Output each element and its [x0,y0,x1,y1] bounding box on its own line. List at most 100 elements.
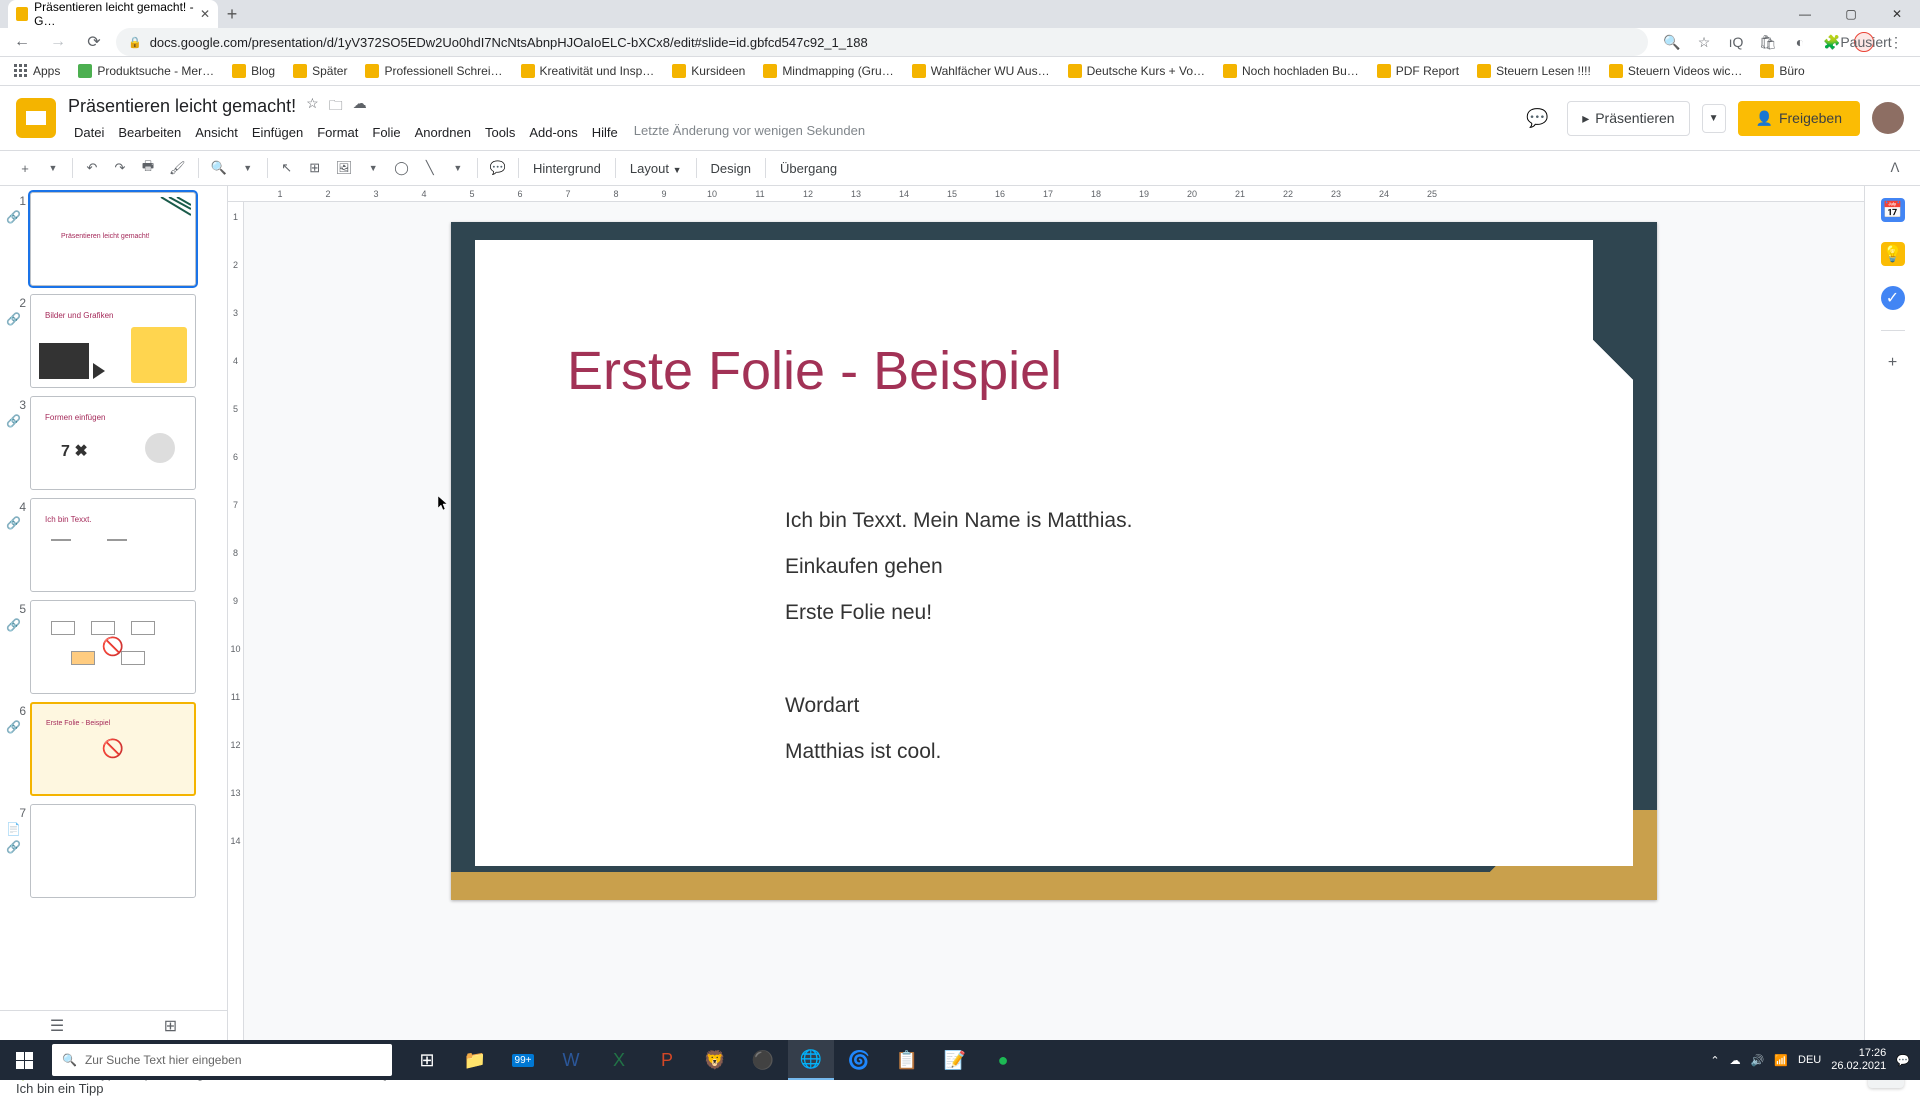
notepad-icon[interactable]: 📝 [932,1040,978,1080]
transition-button[interactable]: Übergang [772,157,845,180]
tray-clock[interactable]: 17:26 26.02.2021 [1831,1047,1886,1073]
maximize-button[interactable]: ▢ [1828,0,1874,28]
image-dropdown[interactable]: ▼ [360,155,386,181]
apps-button[interactable]: Apps [8,60,66,82]
volume-icon[interactable]: 🔊 [1751,1054,1765,1067]
mail-icon[interactable]: 99+ [500,1040,546,1080]
new-slide-button[interactable]: + [12,155,38,181]
browser-tab[interactable]: Präsentieren leicht gemacht! - G… ✕ [8,0,218,28]
filmstrip[interactable]: 1🔗 Präsentieren leicht gemacht! 2🔗 Bilde… [0,186,228,1040]
select-tool[interactable]: ↖ [274,155,300,181]
reload-button[interactable]: ⟳ [80,28,108,56]
menu-bearbeiten[interactable]: Bearbeiten [112,123,187,142]
last-edit-text[interactable]: Letzte Änderung vor wenigen Sekunden [634,123,865,142]
bookmark-item[interactable]: Mindmapping (Gru… [757,60,899,82]
taskbar-search[interactable]: 🔍 Zur Suche Text hier eingeben [52,1044,392,1076]
word-icon[interactable]: W [548,1040,594,1080]
incognito-icon[interactable]: ◐ [1790,32,1810,52]
explorer-icon[interactable]: 📁 [452,1040,498,1080]
present-dropdown[interactable]: ▼ [1702,104,1726,133]
menu-anordnen[interactable]: Anordnen [409,123,477,142]
new-tab-button[interactable]: + [218,0,246,28]
bookmark-item[interactable]: Kursideen [666,60,751,82]
slide-canvas[interactable]: Erste Folie - Beispiel Ich bin Texxt. Me… [244,202,1864,1040]
menu-addons[interactable]: Add-ons [523,123,583,142]
collapse-toolbar-icon[interactable]: ᐱ [1882,155,1908,181]
account-avatar[interactable] [1872,102,1904,134]
move-icon[interactable]: 🗀 [329,95,343,119]
bookmark-item[interactable]: Steuern Videos wic… [1603,60,1749,82]
star-icon[interactable]: ☆ [306,95,319,119]
layout-button[interactable]: Layout ▼ [622,157,690,180]
slide-thumb-2[interactable]: Bilder und Grafiken [30,294,196,388]
wifi-icon[interactable]: 📶 [1774,1054,1788,1067]
tray-chevron-icon[interactable]: ⌃ [1710,1054,1719,1067]
back-button[interactable]: ← [8,28,36,56]
slide-thumb-4[interactable]: Ich bin Texxt. [30,498,196,592]
bookmark-item[interactable]: Büro [1754,60,1810,82]
spotify-icon[interactable]: ● [980,1040,1026,1080]
print-button[interactable]: 🖶 [135,155,161,181]
menu-ansicht[interactable]: Ansicht [189,123,244,142]
add-addon-icon[interactable]: + [1881,351,1905,375]
start-button[interactable] [0,1040,48,1080]
slide-thumb-5[interactable]: 🚫 [30,600,196,694]
task-view-icon[interactable]: ⊞ [404,1040,450,1080]
menu-datei[interactable]: Datei [68,123,110,142]
bookmark-item[interactable]: PDF Report [1371,60,1465,82]
slides-logo[interactable] [16,98,56,138]
bookmark-item[interactable]: Deutsche Kurs + Vo… [1062,60,1211,82]
slide[interactable]: Erste Folie - Beispiel Ich bin Texxt. Me… [451,222,1657,900]
bookmark-item[interactable]: Blog [226,60,281,82]
excel-icon[interactable]: X [596,1040,642,1080]
background-button[interactable]: Hintergrund [525,157,609,180]
shopping-icon[interactable]: 🛍 [1758,32,1778,52]
undo-button[interactable]: ↶ [79,155,105,181]
design-button[interactable]: Design [703,157,759,180]
slide-body[interactable]: Ich bin Texxt. Mein Name is Matthias.Ein… [785,498,1132,775]
doc-title[interactable]: Präsentieren leicht gemacht! [68,96,296,117]
menu-format[interactable]: Format [311,123,364,142]
reader-icon[interactable]: ıQ [1726,32,1746,52]
notifications-icon[interactable]: 💬 [1896,1054,1910,1067]
line-tool[interactable]: ╲ [417,155,443,181]
slide-title[interactable]: Erste Folie - Beispiel [567,340,1062,402]
redo-button[interactable]: ↷ [107,155,133,181]
address-bar[interactable]: 🔒 docs.google.com/presentation/d/1yV372S… [116,28,1648,56]
powerpoint-icon[interactable]: P [644,1040,690,1080]
menu-tools[interactable]: Tools [479,123,521,142]
obs-icon[interactable]: ⚫ [740,1040,786,1080]
menu-hilfe[interactable]: Hilfe [586,123,624,142]
new-slide-dropdown[interactable]: ▼ [40,155,66,181]
line-dropdown[interactable]: ▼ [445,155,471,181]
menu-folie[interactable]: Folie [366,123,406,142]
bookmark-item[interactable]: Noch hochladen Bu… [1217,60,1365,82]
bookmark-item[interactable]: Wahlfächer WU Aus… [906,60,1056,82]
profile-status[interactable]: Pausiert [1854,32,1874,52]
grid-view-icon[interactable]: ⊞ [164,1016,177,1036]
bookmark-item[interactable]: Später [287,60,353,82]
language-indicator[interactable]: DEU [1798,1054,1821,1066]
shape-tool[interactable]: ◯ [388,155,415,181]
bookmark-item[interactable]: Professionell Schrei… [359,60,508,82]
bookmark-item[interactable]: Produktsuche - Mer… [72,60,220,82]
app-icon[interactable]: 📋 [884,1040,930,1080]
keep-icon[interactable]: 💡 [1881,242,1905,266]
slide-thumb-6[interactable]: Erste Folie - Beispiel 🚫 [30,702,196,796]
share-button[interactable]: 👤 Freigeben [1738,101,1860,136]
onedrive-icon[interactable]: ☁ [1730,1054,1741,1067]
forward-button[interactable]: → [44,28,72,56]
zoom-icon[interactable]: 🔍 [1662,32,1682,52]
extensions-icon[interactable]: 🧩 [1822,32,1842,52]
close-window-button[interactable]: ✕ [1874,0,1920,28]
comment-tool[interactable]: 💬 [484,155,512,181]
comments-button[interactable]: 💬 [1519,100,1555,136]
minimize-button[interactable]: — [1782,0,1828,28]
textbox-tool[interactable]: ⊞ [302,155,328,181]
browser-menu-icon[interactable]: ⋮ [1886,32,1906,52]
edge-icon[interactable]: 🌀 [836,1040,882,1080]
tasks-icon[interactable]: ✓ [1881,286,1905,310]
chrome-icon[interactable]: 🌐 [788,1040,834,1080]
zoom-button[interactable]: 🔍 [205,155,233,181]
calendar-icon[interactable]: 📅 [1881,198,1905,222]
